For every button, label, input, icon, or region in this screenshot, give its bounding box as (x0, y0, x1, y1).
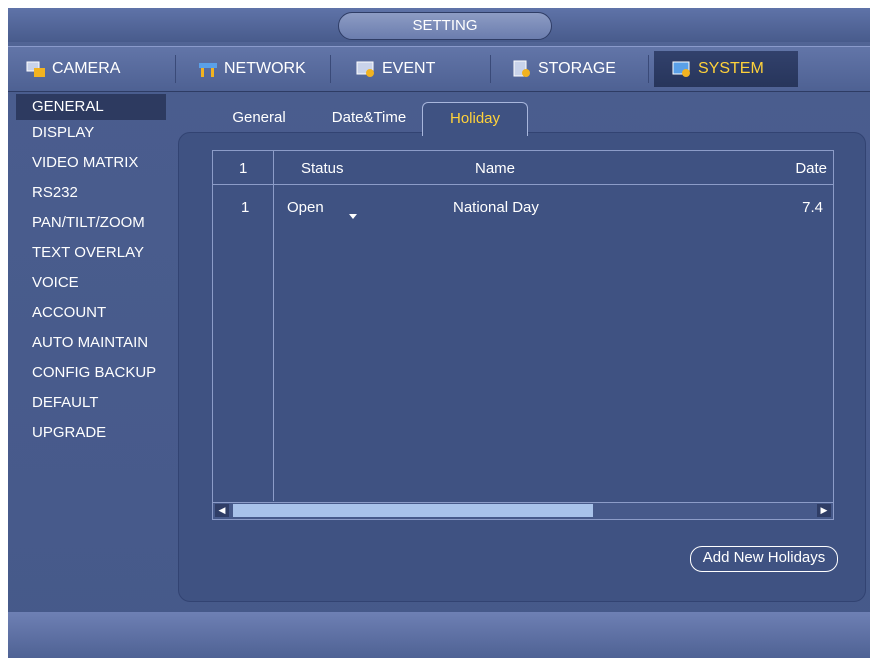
settings-window: SETTING CAMERA NETWORK EVENT STORAGE SYS… (8, 8, 870, 658)
horizontal-scrollbar[interactable]: ◀ ▶ (213, 502, 833, 519)
sidebar-item-display[interactable]: DISPLAY (10, 120, 170, 150)
tab-storage-label: STORAGE (538, 60, 616, 77)
scroll-right-icon[interactable]: ▶ (817, 504, 831, 517)
sidebar-item-auto-maintain[interactable]: AUTO MAINTAIN (10, 330, 170, 360)
chevron-down-icon (349, 206, 357, 223)
sidebar-item-pan-tilt-zoom[interactable]: PAN/TILT/ZOOM (10, 210, 170, 240)
tab-network[interactable]: NETWORK (180, 51, 324, 87)
sidebar-item-config-backup[interactable]: CONFIG BACKUP (10, 360, 170, 390)
tab-camera-label: CAMERA (52, 60, 121, 77)
event-icon (356, 60, 376, 78)
system-icon (672, 60, 692, 78)
tab-system-label: SYSTEM (698, 60, 764, 77)
nav-divider (330, 55, 331, 83)
tab-camera[interactable]: CAMERA (8, 51, 152, 87)
subtab-date-time[interactable]: Date&Time (324, 102, 414, 136)
tab-system[interactable]: SYSTEM (654, 51, 798, 87)
title-bar: SETTING (8, 8, 870, 42)
subtab-holiday[interactable]: Holiday (422, 102, 528, 136)
header-index: 1 (239, 160, 248, 177)
header-date: Date (795, 160, 827, 177)
header-status: Status (301, 160, 344, 177)
window-title: SETTING (338, 12, 552, 40)
tab-event[interactable]: EVENT (338, 51, 482, 87)
camera-icon (26, 60, 46, 78)
sidebar-item-text-overlay[interactable]: TEXT OVERLAY (10, 240, 170, 270)
subtab-general[interactable]: General (224, 102, 294, 136)
nav-divider (490, 55, 491, 83)
sidebar-item-general[interactable]: GENERAL (16, 94, 166, 120)
row-date: 7.4 (802, 199, 823, 216)
sidebar-item-default[interactable]: DEFAULT (10, 390, 170, 420)
status-dropdown[interactable]: Open (287, 199, 367, 219)
top-navigation: CAMERA NETWORK EVENT STORAGE SYSTEM (8, 46, 870, 92)
column-divider (273, 151, 274, 501)
tab-storage[interactable]: STORAGE (494, 51, 638, 87)
sidebar-item-video-matrix[interactable]: VIDEO MATRIX (10, 150, 170, 180)
status-value: Open (287, 199, 324, 216)
table-header: 1 Status Name Date (213, 151, 833, 185)
sidebar-item-rs232[interactable]: RS232 (10, 180, 170, 210)
sidebar-item-voice[interactable]: VOICE (10, 270, 170, 300)
holiday-table: 1 Status Name Date 1 Open National Day 7… (212, 150, 834, 520)
add-new-holidays-button[interactable]: Add New Holidays (690, 546, 838, 572)
scrollbar-thumb[interactable] (233, 504, 593, 517)
header-name: Name (475, 160, 516, 177)
network-icon (198, 60, 218, 78)
tab-network-label: NETWORK (224, 60, 306, 77)
sidebar: GENERAL DISPLAY VIDEO MATRIX RS232 PAN/T… (10, 94, 170, 450)
sidebar-item-upgrade[interactable]: UPGRADE (10, 420, 170, 450)
nav-divider (648, 55, 649, 83)
tab-event-label: EVENT (382, 60, 436, 77)
scroll-left-icon[interactable]: ◀ (215, 504, 229, 517)
row-index: 1 (241, 199, 250, 216)
bottom-bar (8, 612, 870, 658)
sidebar-item-account[interactable]: ACCOUNT (10, 300, 170, 330)
storage-icon (512, 60, 532, 78)
nav-divider (175, 55, 176, 83)
row-name: National Day (453, 199, 539, 216)
